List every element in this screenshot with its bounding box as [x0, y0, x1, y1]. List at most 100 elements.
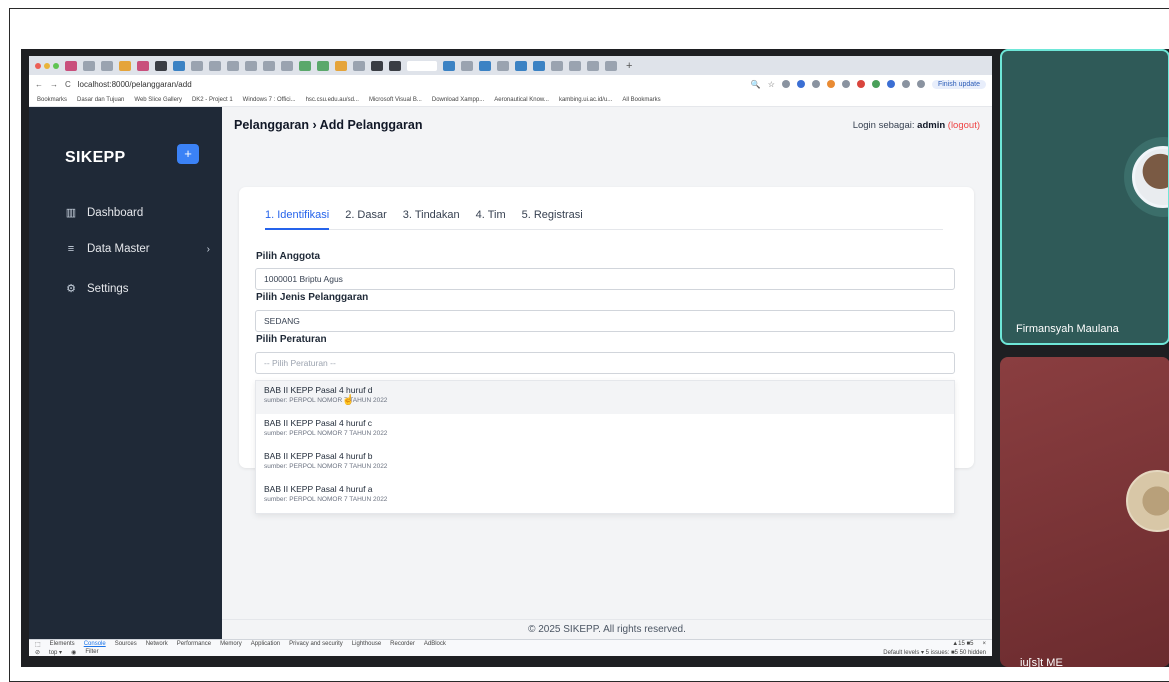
jenis-select[interactable]: SEDANG — [255, 310, 955, 332]
browser-tab[interactable] — [173, 60, 185, 71]
tab-dasar[interactable]: 2. Dasar — [345, 209, 387, 221]
extension-icon[interactable] — [826, 80, 835, 88]
devtools-tab[interactable]: Application — [251, 641, 280, 647]
bookmark-item[interactable]: DK2 - Project 1 — [192, 97, 233, 103]
tab-tim[interactable]: 4. Tim — [476, 209, 506, 221]
jenis-label: Pilih Jenis Pelanggaran — [256, 292, 369, 303]
browser-tab[interactable] — [299, 60, 311, 71]
devtools-tab-console[interactable]: Console — [84, 641, 106, 647]
eye-icon[interactable]: ◉ — [71, 649, 76, 656]
extension-icon[interactable] — [781, 80, 790, 88]
browser-tab[interactable] — [389, 60, 401, 71]
active-browser-tab[interactable] — [407, 60, 437, 71]
forward-icon[interactable]: → — [50, 80, 58, 89]
dropdown-option[interactable]: BAB II KEPP Pasal 4 huruf b sumber: PERP… — [256, 447, 954, 480]
extension-icon[interactable] — [916, 80, 925, 88]
browser-tab[interactable] — [479, 60, 491, 71]
dropdown-option[interactable]: BAB II KEPP Pasal 4 huruf c sumber: PERP… — [256, 414, 954, 447]
browser-tab[interactable] — [65, 60, 77, 71]
zoom-icon[interactable]: 🔍 — [751, 80, 761, 89]
browser-tab[interactable] — [569, 60, 581, 71]
back-icon[interactable]: ← — [35, 80, 43, 89]
devtools-tab[interactable]: Performance — [177, 641, 211, 647]
filter-input[interactable]: Filter — [85, 649, 98, 655]
reload-icon[interactable]: C — [65, 80, 71, 89]
devtools-tab[interactable]: Privacy and security — [289, 641, 343, 647]
devtools-tab[interactable]: AdBlock — [424, 641, 446, 647]
extension-icon[interactable] — [871, 80, 880, 88]
sidebar-item-settings[interactable]: ⚙ Settings — [65, 282, 210, 296]
participant-tile[interactable]: iu[s]t ME — [1000, 357, 1169, 667]
dropdown-option[interactable]: BAB II KEPP Pasal 4 huruf d sumber: PERP… — [256, 381, 954, 414]
browser-tab[interactable] — [515, 60, 527, 71]
clear-console-icon[interactable]: ⊘ — [35, 649, 40, 656]
browser-tab[interactable] — [605, 60, 617, 71]
logout-link[interactable]: (logout) — [948, 120, 980, 131]
browser-tab[interactable] — [551, 60, 563, 71]
participant-tile[interactable]: Firmansyah Maulana — [1000, 49, 1169, 345]
browser-tab[interactable] — [155, 60, 167, 71]
minimize-window-icon[interactable] — [44, 62, 50, 69]
bookmark-item[interactable]: Windows 7 : Offici... — [243, 97, 296, 103]
browser-tab[interactable] — [317, 60, 329, 71]
browser-tab[interactable] — [137, 60, 149, 71]
peraturan-select[interactable]: -- Pilih Peraturan -- — [255, 352, 955, 374]
browser-tab[interactable] — [443, 60, 455, 71]
new-tab-icon[interactable]: + — [626, 60, 632, 72]
context-select[interactable]: top ▾ — [49, 649, 62, 656]
browser-tab[interactable] — [371, 60, 383, 71]
browser-tab[interactable] — [83, 60, 95, 71]
devtools-close-icon[interactable]: × — [982, 641, 986, 647]
devtools-tab[interactable]: Recorder — [390, 641, 415, 647]
maximize-window-icon[interactable] — [53, 62, 59, 69]
bookmark-item[interactable]: Microsoft Visual B... — [369, 97, 422, 103]
extension-icon[interactable] — [886, 80, 895, 88]
bookmark-item[interactable]: Aeronautical Know... — [494, 97, 549, 103]
devtools-tab[interactable]: Lighthouse — [352, 641, 381, 647]
browser-tab[interactable] — [587, 60, 599, 71]
sidebar-item-data-master[interactable]: ≡ Data Master › — [65, 243, 210, 255]
bookmark-item[interactable]: Web Slice Gallery — [134, 97, 182, 103]
tab-registrasi[interactable]: 5. Registrasi — [522, 209, 583, 221]
extension-icon[interactable] — [811, 80, 820, 88]
url-field[interactable]: localhost:8000/pelanggaran/add — [78, 80, 192, 89]
browser-tab[interactable] — [101, 60, 113, 71]
browser-tab[interactable] — [227, 60, 239, 71]
devtools-levels[interactable]: Default levels ▾ 5 issues: ■5 50 hidden — [883, 649, 986, 656]
add-button[interactable]: + — [177, 144, 199, 164]
extension-icon[interactable] — [841, 80, 850, 88]
browser-tab[interactable] — [209, 60, 221, 71]
devtools-tab[interactable]: Network — [146, 641, 168, 647]
devtools-tab[interactable]: Elements — [50, 641, 75, 647]
anggota-select[interactable]: 1000001 Briptu Agus — [255, 268, 955, 290]
browser-tab[interactable] — [335, 60, 347, 71]
extension-icon[interactable] — [796, 80, 805, 88]
browser-tab[interactable] — [497, 60, 509, 71]
dropdown-option[interactable]: BAB II KEPP Pasal 4 huruf a sumber: PERP… — [256, 480, 954, 513]
browser-tab[interactable] — [191, 60, 203, 71]
extension-icon[interactable] — [856, 80, 865, 88]
tab-tindakan[interactable]: 3. Tindakan — [403, 209, 460, 221]
browser-tab[interactable] — [263, 60, 275, 71]
devtools-tab[interactable]: Memory — [220, 641, 242, 647]
browser-tab[interactable] — [119, 60, 131, 71]
close-window-icon[interactable] — [35, 62, 41, 69]
bookmark-item[interactable]: hsc.csu.edu.au/sd... — [306, 97, 359, 103]
bookmark-star-icon[interactable]: ☆ — [768, 80, 775, 89]
bookmark-item[interactable]: Download Xampp... — [432, 97, 484, 103]
browser-tab[interactable] — [353, 60, 365, 71]
devtools-tab[interactable]: Sources — [115, 641, 137, 647]
sidebar-item-dashboard[interactable]: ▥ Dashboard — [65, 206, 210, 220]
browser-tab[interactable] — [281, 60, 293, 71]
finish-update-button[interactable]: Finish update — [931, 79, 986, 89]
browser-tab[interactable] — [461, 60, 473, 71]
inspect-icon[interactable]: ⬚ — [35, 641, 41, 648]
tab-identifikasi[interactable]: 1. Identifikasi — [265, 209, 330, 230]
browser-tab[interactable] — [245, 60, 257, 71]
browser-tab[interactable] — [533, 60, 545, 71]
bookmark-item[interactable]: kambing.ui.ac.id/u... — [559, 97, 612, 103]
all-bookmarks[interactable]: All Bookmarks — [622, 97, 660, 103]
extension-icon[interactable] — [901, 80, 910, 88]
bookmark-item[interactable]: Dasar dan Tujuan — [77, 97, 124, 103]
bookmark-item[interactable]: Bookmarks — [37, 97, 67, 103]
